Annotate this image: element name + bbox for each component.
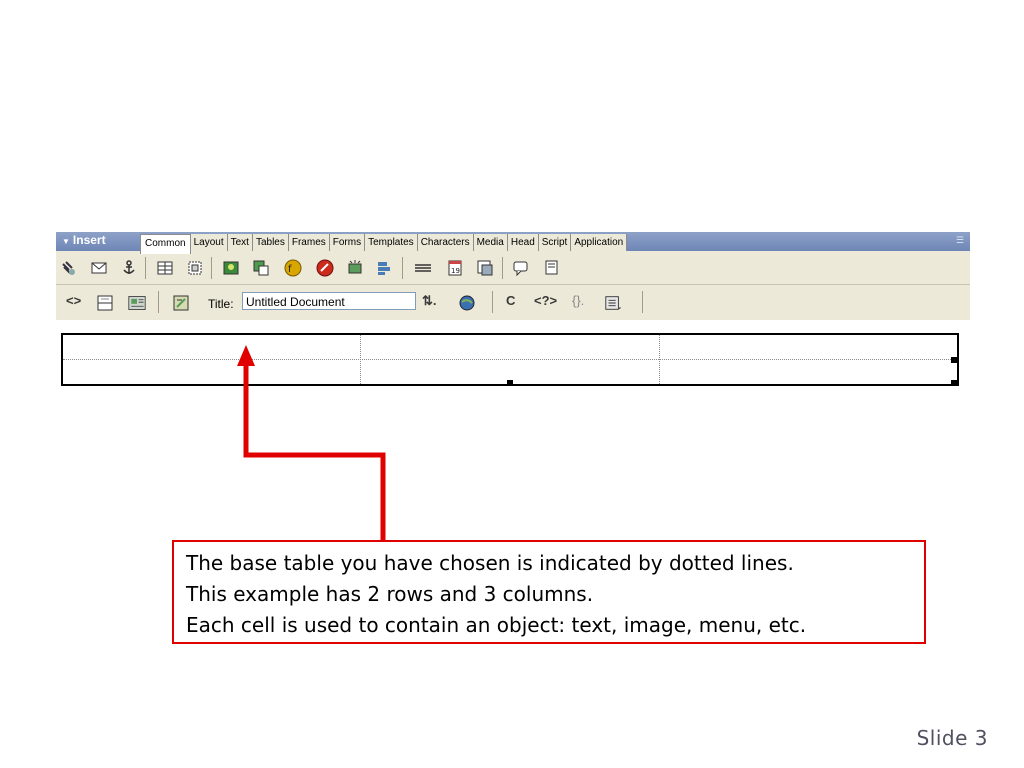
callout-line: The base table you have chosen is indica… [186, 551, 794, 575]
pointer-arrow [237, 345, 386, 540]
callout-line: This example has 2 rows and 3 columns. [186, 582, 594, 606]
explanation-callout: The base table you have chosen is indica… [172, 540, 926, 644]
slide-number: Slide 3 [916, 726, 988, 750]
callout-line: Each cell is used to contain an object: … [186, 613, 807, 637]
